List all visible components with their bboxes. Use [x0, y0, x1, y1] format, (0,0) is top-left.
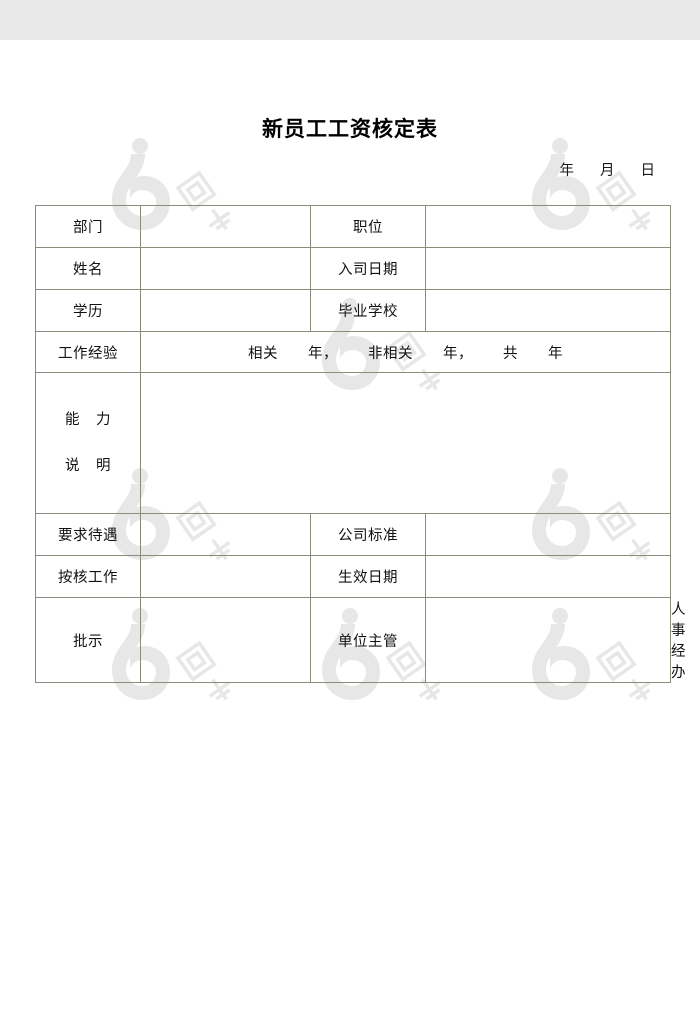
exp-total-label: 共 [503, 345, 518, 362]
value-approved-job[interactable] [140, 555, 311, 598]
ability-char-3: 说 [65, 458, 80, 474]
label-company-standard: 公司标准 [310, 513, 426, 556]
date-day-label: 日 [640, 163, 656, 179]
value-graduation-school[interactable] [425, 289, 671, 332]
table-row: 工作经验 相关 年， 非相关 年， 共 年 [35, 331, 671, 373]
label-department: 部门 [35, 205, 141, 248]
top-gray-band [0, 0, 700, 40]
table-row: 部门 职位 [35, 205, 671, 248]
salary-assessment-table: 部门 职位 姓名 入司日期 学历 毕业学校 工作经验 相关 年， 非相关 年， … [35, 205, 686, 683]
table-row: 学历 毕业学校 [35, 289, 671, 332]
ability-char-1: 能 [65, 412, 80, 428]
exp-total-unit: 年 [548, 345, 563, 362]
value-entry-date[interactable] [425, 247, 671, 290]
value-expected-salary[interactable] [140, 513, 311, 556]
value-instruction[interactable] [140, 597, 311, 683]
page-title: 新员工工资核定表 [262, 117, 438, 141]
table-row: 批示 单位主管 人事经办 [35, 597, 686, 683]
label-entry-date: 入司日期 [310, 247, 426, 290]
label-unit-supervisor: 单位主管 [310, 597, 426, 683]
date-month-label: 月 [600, 163, 615, 179]
label-approved-job: 按核工作 [35, 555, 141, 598]
table-row: 按核工作 生效日期 [35, 555, 671, 598]
label-graduation-school: 毕业学校 [310, 289, 426, 332]
ability-char-4: 明 [96, 458, 111, 474]
value-work-experience[interactable]: 相关 年， 非相关 年， 共 年 [140, 331, 671, 373]
exp-unrelated-label: 非相关 [368, 345, 413, 362]
label-education: 学历 [35, 289, 141, 332]
value-position[interactable] [425, 205, 671, 248]
value-unit-supervisor[interactable] [425, 597, 671, 683]
label-work-experience: 工作经验 [35, 331, 141, 373]
table-row: 能力 说明 [35, 372, 671, 514]
value-company-standard[interactable] [425, 513, 671, 556]
exp-related-label: 相关 [248, 345, 278, 362]
label-expected-salary: 要求待遇 [35, 513, 141, 556]
table-row: 姓名 入司日期 [35, 247, 671, 290]
exp-related-unit: 年， [308, 345, 338, 362]
date-year-label: 年 [559, 163, 575, 179]
label-ability-description: 能力 说明 [35, 372, 141, 514]
table-row: 要求待遇 公司标准 [35, 513, 671, 556]
value-effective-date[interactable] [425, 555, 671, 598]
value-education[interactable] [140, 289, 311, 332]
date-line: 年月日 [0, 159, 656, 180]
document-page: 新员工工资核定表 年 月 日 部门 职位 姓名 入司日期 学历 毕业学校 工作经验 … [0, 40, 700, 1030]
value-ability-description[interactable] [140, 372, 671, 514]
exp-unrelated-unit: 年， [443, 345, 473, 362]
ability-char-2: 力 [96, 412, 111, 428]
label-name: 姓名 [35, 247, 141, 290]
value-department[interactable] [140, 205, 311, 248]
value-name[interactable] [140, 247, 311, 290]
label-instruction: 批示 [35, 597, 141, 683]
label-effective-date: 生效日期 [310, 555, 426, 598]
label-position: 职位 [310, 205, 426, 248]
